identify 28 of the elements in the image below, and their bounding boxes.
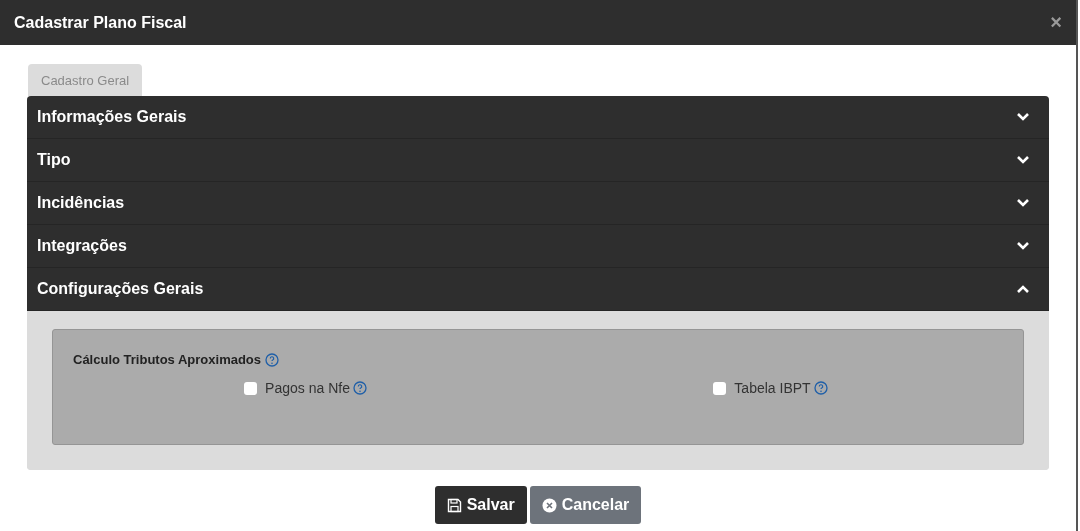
cancel-button[interactable]: Cancelar	[529, 486, 642, 524]
chevron-up-icon	[1016, 284, 1030, 294]
checkbox[interactable]	[713, 381, 727, 395]
accordion-header[interactable]: Informações Gerais	[27, 96, 1049, 139]
help-icon[interactable]	[265, 352, 280, 367]
chevron-down-icon	[1016, 112, 1030, 122]
accordion-header[interactable]: Integrações	[27, 225, 1049, 268]
section-title: Incidências	[37, 194, 125, 212]
accordion-header[interactable]: Configurações Gerais	[27, 268, 1049, 311]
close-button[interactable]: ×	[1044, 11, 1068, 34]
accordion-header[interactable]: Incidências	[27, 182, 1049, 225]
checkbox-label: Pagos na Nfe	[265, 380, 350, 396]
help-icon[interactable]	[352, 381, 367, 395]
group-title: Cálculo Tributos Aproximados	[73, 352, 262, 367]
chevron-down-icon	[1016, 198, 1030, 208]
section-title: Tipo	[37, 151, 71, 169]
chevron-down-icon	[1016, 241, 1030, 251]
chevron-down-icon	[1016, 155, 1030, 165]
dialog-title: Cadastrar Plano Fiscal	[14, 13, 187, 32]
save-button[interactable]: Salvar	[434, 486, 527, 524]
checkbox[interactable]	[244, 381, 258, 395]
x-circle-icon	[541, 497, 557, 513]
section-title: Informações Gerais	[37, 108, 187, 126]
checkbox-label: Tabela IBPT	[734, 380, 811, 396]
section-title: Configurações Gerais	[37, 280, 204, 298]
help-icon[interactable]	[813, 381, 828, 395]
section-title: Integrações	[37, 237, 127, 255]
accordion-header[interactable]: Tipo	[27, 139, 1049, 182]
